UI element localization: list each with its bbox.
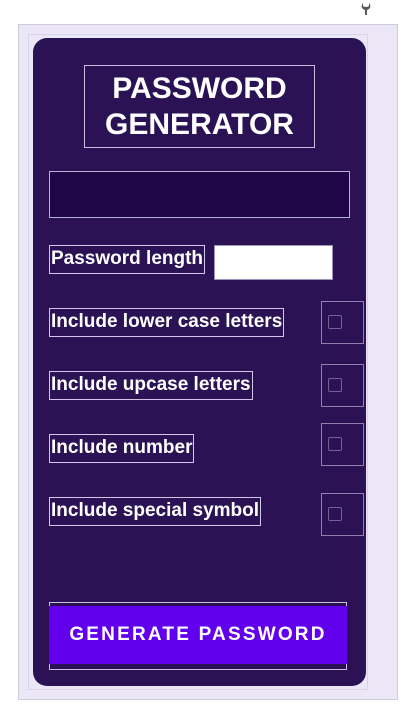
generate-password-button[interactable]: GENERATE PASSWORD <box>49 606 347 664</box>
symbol-checkbox-container <box>321 493 364 536</box>
lowercase-checkbox[interactable] <box>328 315 342 329</box>
password-length-input[interactable] <box>214 245 333 280</box>
title-line-2: GENERATOR <box>105 107 294 141</box>
uppercase-checkbox-container <box>321 364 364 407</box>
number-checkbox-container <box>321 423 364 466</box>
uppercase-checkbox[interactable] <box>328 378 342 392</box>
lowercase-checkbox-container <box>321 301 364 344</box>
uppercase-label: Include upcase letters <box>49 371 253 400</box>
password-length-label: Password length <box>49 245 206 274</box>
page-title: PASSWORD GENERATOR <box>84 65 315 148</box>
number-checkbox[interactable] <box>328 437 342 451</box>
wrench-icon[interactable] <box>360 2 372 16</box>
title-line-1: PASSWORD <box>112 71 287 105</box>
symbol-checkbox[interactable] <box>328 507 342 521</box>
number-label: Include number <box>49 434 195 463</box>
lowercase-label: Include lower case letters <box>49 308 285 337</box>
symbol-label: Include special symbol <box>49 497 262 526</box>
password-display[interactable] <box>49 171 350 218</box>
